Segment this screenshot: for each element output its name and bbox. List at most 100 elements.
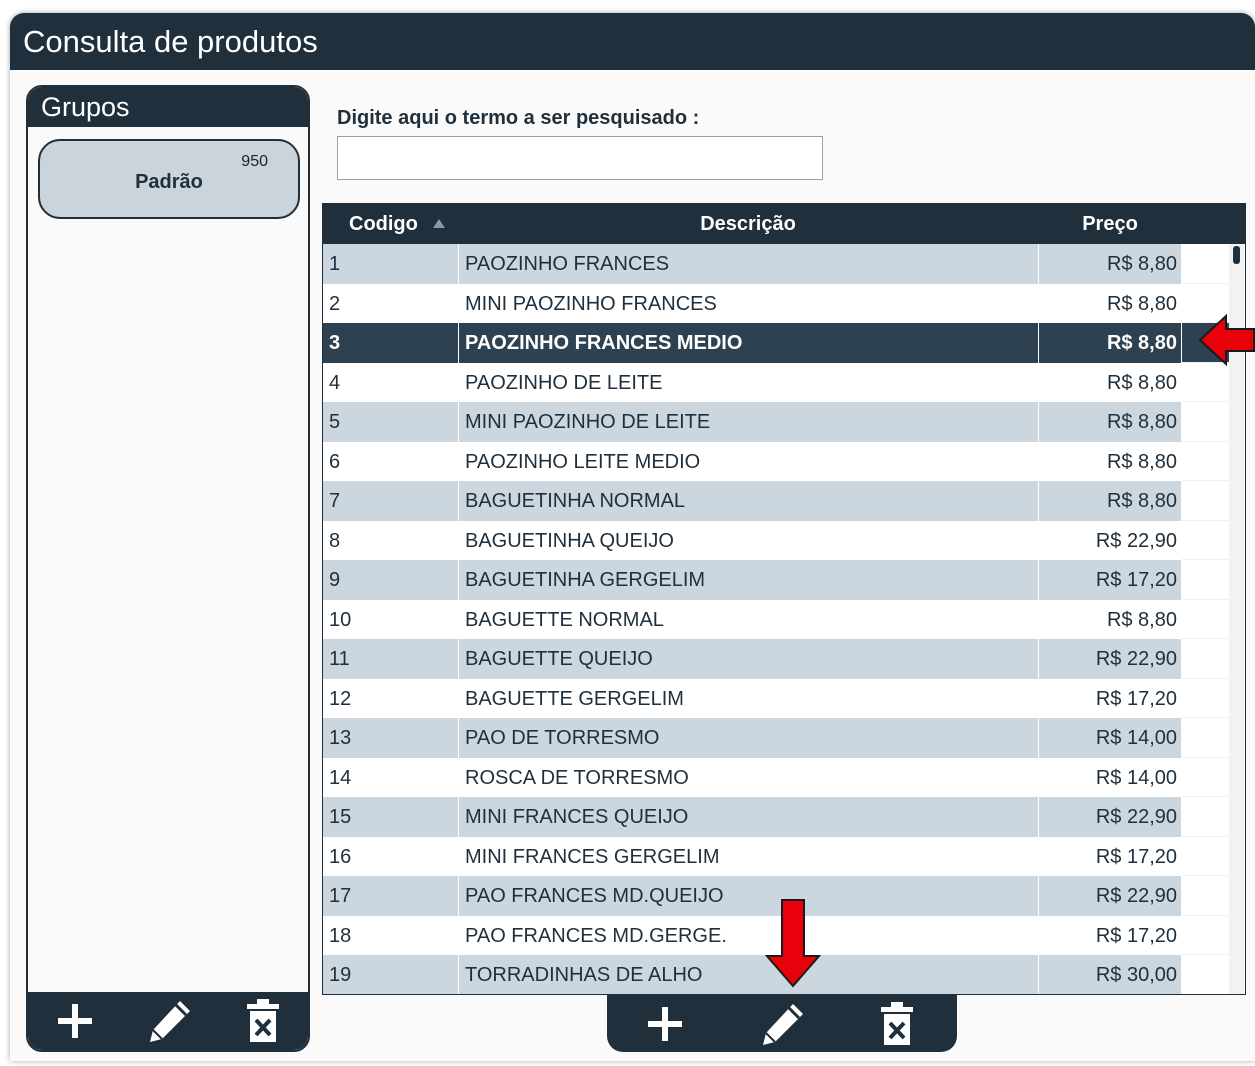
cell-preco: R$ 22,90 (1039, 876, 1182, 916)
plus-icon (58, 1004, 92, 1038)
table-row[interactable]: 1 PAOZINHO FRANCES R$ 8,80 (323, 244, 1229, 284)
cell-descricao: BAGUETTE QUEIJO (459, 639, 1039, 679)
cell-preco: R$ 8,80 (1039, 481, 1182, 521)
cell-descricao: PAO DE TORRESMO (459, 718, 1039, 758)
cell-preco: R$ 17,20 (1039, 915, 1182, 955)
cell-filler (1182, 678, 1229, 718)
groups-toolbar (28, 992, 308, 1050)
cell-codigo: 19 (323, 955, 459, 994)
search-label: Digite aqui o termo a ser pesquisado : (337, 107, 700, 129)
groups-title: Grupos (28, 87, 308, 127)
cell-descricao: PAOZINHO FRANCES MEDIO (459, 323, 1039, 363)
groups-panel: Grupos 950 Padrão (26, 85, 310, 1052)
cell-filler (1182, 362, 1229, 402)
cell-preco: R$ 22,90 (1039, 797, 1182, 837)
cell-descricao: TORRADINHAS DE ALHO (459, 955, 1039, 994)
cell-filler (1182, 836, 1229, 876)
cell-preco: R$ 17,20 (1039, 560, 1182, 600)
sort-ascending-icon (433, 219, 445, 228)
products-grid: Codigo Descrição Preço 1 PAOZINHO FRANCES… (322, 203, 1246, 995)
table-row[interactable]: 10 BAGUETTE NORMAL R$ 8,80 (323, 599, 1229, 639)
cell-preco: R$ 8,80 (1039, 599, 1182, 639)
table-row[interactable]: 5 MINI PAOZINHO DE LEITE R$ 8,80 (323, 402, 1229, 442)
products-window: Consulta de produtos Grupos 950 Padrão D… (10, 13, 1255, 1061)
cell-filler (1182, 639, 1229, 679)
edit-group-button[interactable] (140, 992, 200, 1050)
cell-filler (1182, 797, 1229, 837)
table-row[interactable]: 9 BAGUETINHA GERGELIM R$ 17,20 (323, 560, 1229, 600)
cell-filler (1182, 402, 1229, 442)
red-arrow-down-icon (765, 899, 821, 988)
add-product-button[interactable] (635, 995, 695, 1053)
group-item-padrao[interactable]: 950 Padrão (38, 139, 300, 219)
cell-filler (1182, 955, 1229, 994)
cell-codigo: 1 (323, 244, 459, 284)
cell-descricao: MINI PAOZINHO DE LEITE (459, 402, 1039, 442)
table-row[interactable]: 7 BAGUETINHA NORMAL R$ 8,80 (323, 481, 1229, 521)
cell-codigo: 7 (323, 481, 459, 521)
cell-preco: R$ 8,80 (1039, 283, 1182, 323)
window-title: Consulta de produtos (10, 13, 1255, 70)
table-row[interactable]: 15 MINI FRANCES QUEIJO R$ 22,90 (323, 797, 1229, 837)
table-row[interactable]: 11 BAGUETTE QUEIJO R$ 22,90 (323, 639, 1229, 679)
cell-preco: R$ 14,00 (1039, 757, 1182, 797)
cell-descricao: BAGUETTE NORMAL (459, 599, 1039, 639)
cell-filler (1182, 244, 1229, 284)
cell-descricao: ROSCA DE TORRESMO (459, 757, 1039, 797)
cell-codigo: 5 (323, 402, 459, 442)
scrollbar-thumb[interactable] (1233, 246, 1240, 264)
cell-descricao: PAO FRANCES MD.QUEIJO (459, 876, 1039, 916)
pencil-icon (763, 1004, 803, 1045)
delete-product-button[interactable] (867, 995, 927, 1053)
table-row[interactable]: 16 MINI FRANCES GERGELIM R$ 17,20 (323, 836, 1229, 876)
cell-preco: R$ 22,90 (1039, 639, 1182, 679)
cell-preco: R$ 8,80 (1039, 441, 1182, 481)
cell-codigo: 6 (323, 441, 459, 481)
cell-codigo: 15 (323, 797, 459, 837)
cell-preco: R$ 22,90 (1039, 520, 1182, 560)
cell-filler (1182, 718, 1229, 758)
cell-descricao: BAGUETINHA QUEIJO (459, 520, 1039, 560)
cell-codigo: 14 (323, 757, 459, 797)
cell-descricao: PAOZINHO FRANCES (459, 244, 1039, 284)
table-row[interactable]: 8 BAGUETINHA QUEIJO R$ 22,90 (323, 520, 1229, 560)
table-row[interactable]: 4 PAOZINHO DE LEITE R$ 8,80 (323, 362, 1229, 402)
cell-codigo: 16 (323, 836, 459, 876)
cell-descricao: PAOZINHO LEITE MEDIO (459, 441, 1039, 481)
table-row[interactable]: 6 PAOZINHO LEITE MEDIO R$ 8,80 (323, 441, 1229, 481)
red-arrow-left-icon (1198, 313, 1255, 367)
add-group-button[interactable] (45, 992, 105, 1050)
cell-codigo: 13 (323, 718, 459, 758)
cell-filler (1182, 520, 1229, 560)
table-row-selected[interactable]: 3 PAOZINHO FRANCES MEDIO R$ 8,80 (323, 323, 1229, 363)
column-header-codigo[interactable]: Codigo (349, 204, 418, 244)
cell-preco: R$ 17,20 (1039, 836, 1182, 876)
group-name: Padrão (135, 171, 203, 193)
edit-product-button[interactable] (753, 995, 813, 1053)
cell-preco: R$ 8,80 (1039, 362, 1182, 402)
cell-descricao: BAGUETINHA NORMAL (459, 481, 1039, 521)
cell-filler (1182, 757, 1229, 797)
cell-codigo: 18 (323, 915, 459, 955)
pencil-icon (150, 1001, 190, 1042)
search-input[interactable] (337, 136, 823, 180)
cell-preco: R$ 8,80 (1039, 402, 1182, 442)
cell-descricao: MINI PAOZINHO FRANCES (459, 283, 1039, 323)
cell-descricao: BAGUETINHA GERGELIM (459, 560, 1039, 600)
column-header-descricao[interactable]: Descrição (457, 204, 1039, 244)
table-row[interactable]: 13 PAO DE TORRESMO R$ 14,00 (323, 718, 1229, 758)
cell-codigo: 17 (323, 876, 459, 916)
cell-preco: R$ 8,80 (1039, 323, 1182, 363)
table-row[interactable]: 12 BAGUETTE GERGELIM R$ 17,20 (323, 678, 1229, 718)
cell-descricao: PAO FRANCES MD.GERGE. (459, 915, 1039, 955)
cell-descricao: MINI FRANCES QUEIJO (459, 797, 1039, 837)
trash-icon (881, 1002, 913, 1045)
cell-preco: R$ 8,80 (1039, 244, 1182, 284)
cell-filler (1182, 915, 1229, 955)
table-row[interactable]: 2 MINI PAOZINHO FRANCES R$ 8,80 (323, 283, 1229, 323)
cell-descricao: MINI FRANCES GERGELIM (459, 836, 1039, 876)
cell-preco: R$ 17,20 (1039, 678, 1182, 718)
table-row[interactable]: 14 ROSCA DE TORRESMO R$ 14,00 (323, 757, 1229, 797)
delete-group-button[interactable] (233, 992, 293, 1050)
column-header-preco[interactable]: Preço (1038, 204, 1182, 244)
